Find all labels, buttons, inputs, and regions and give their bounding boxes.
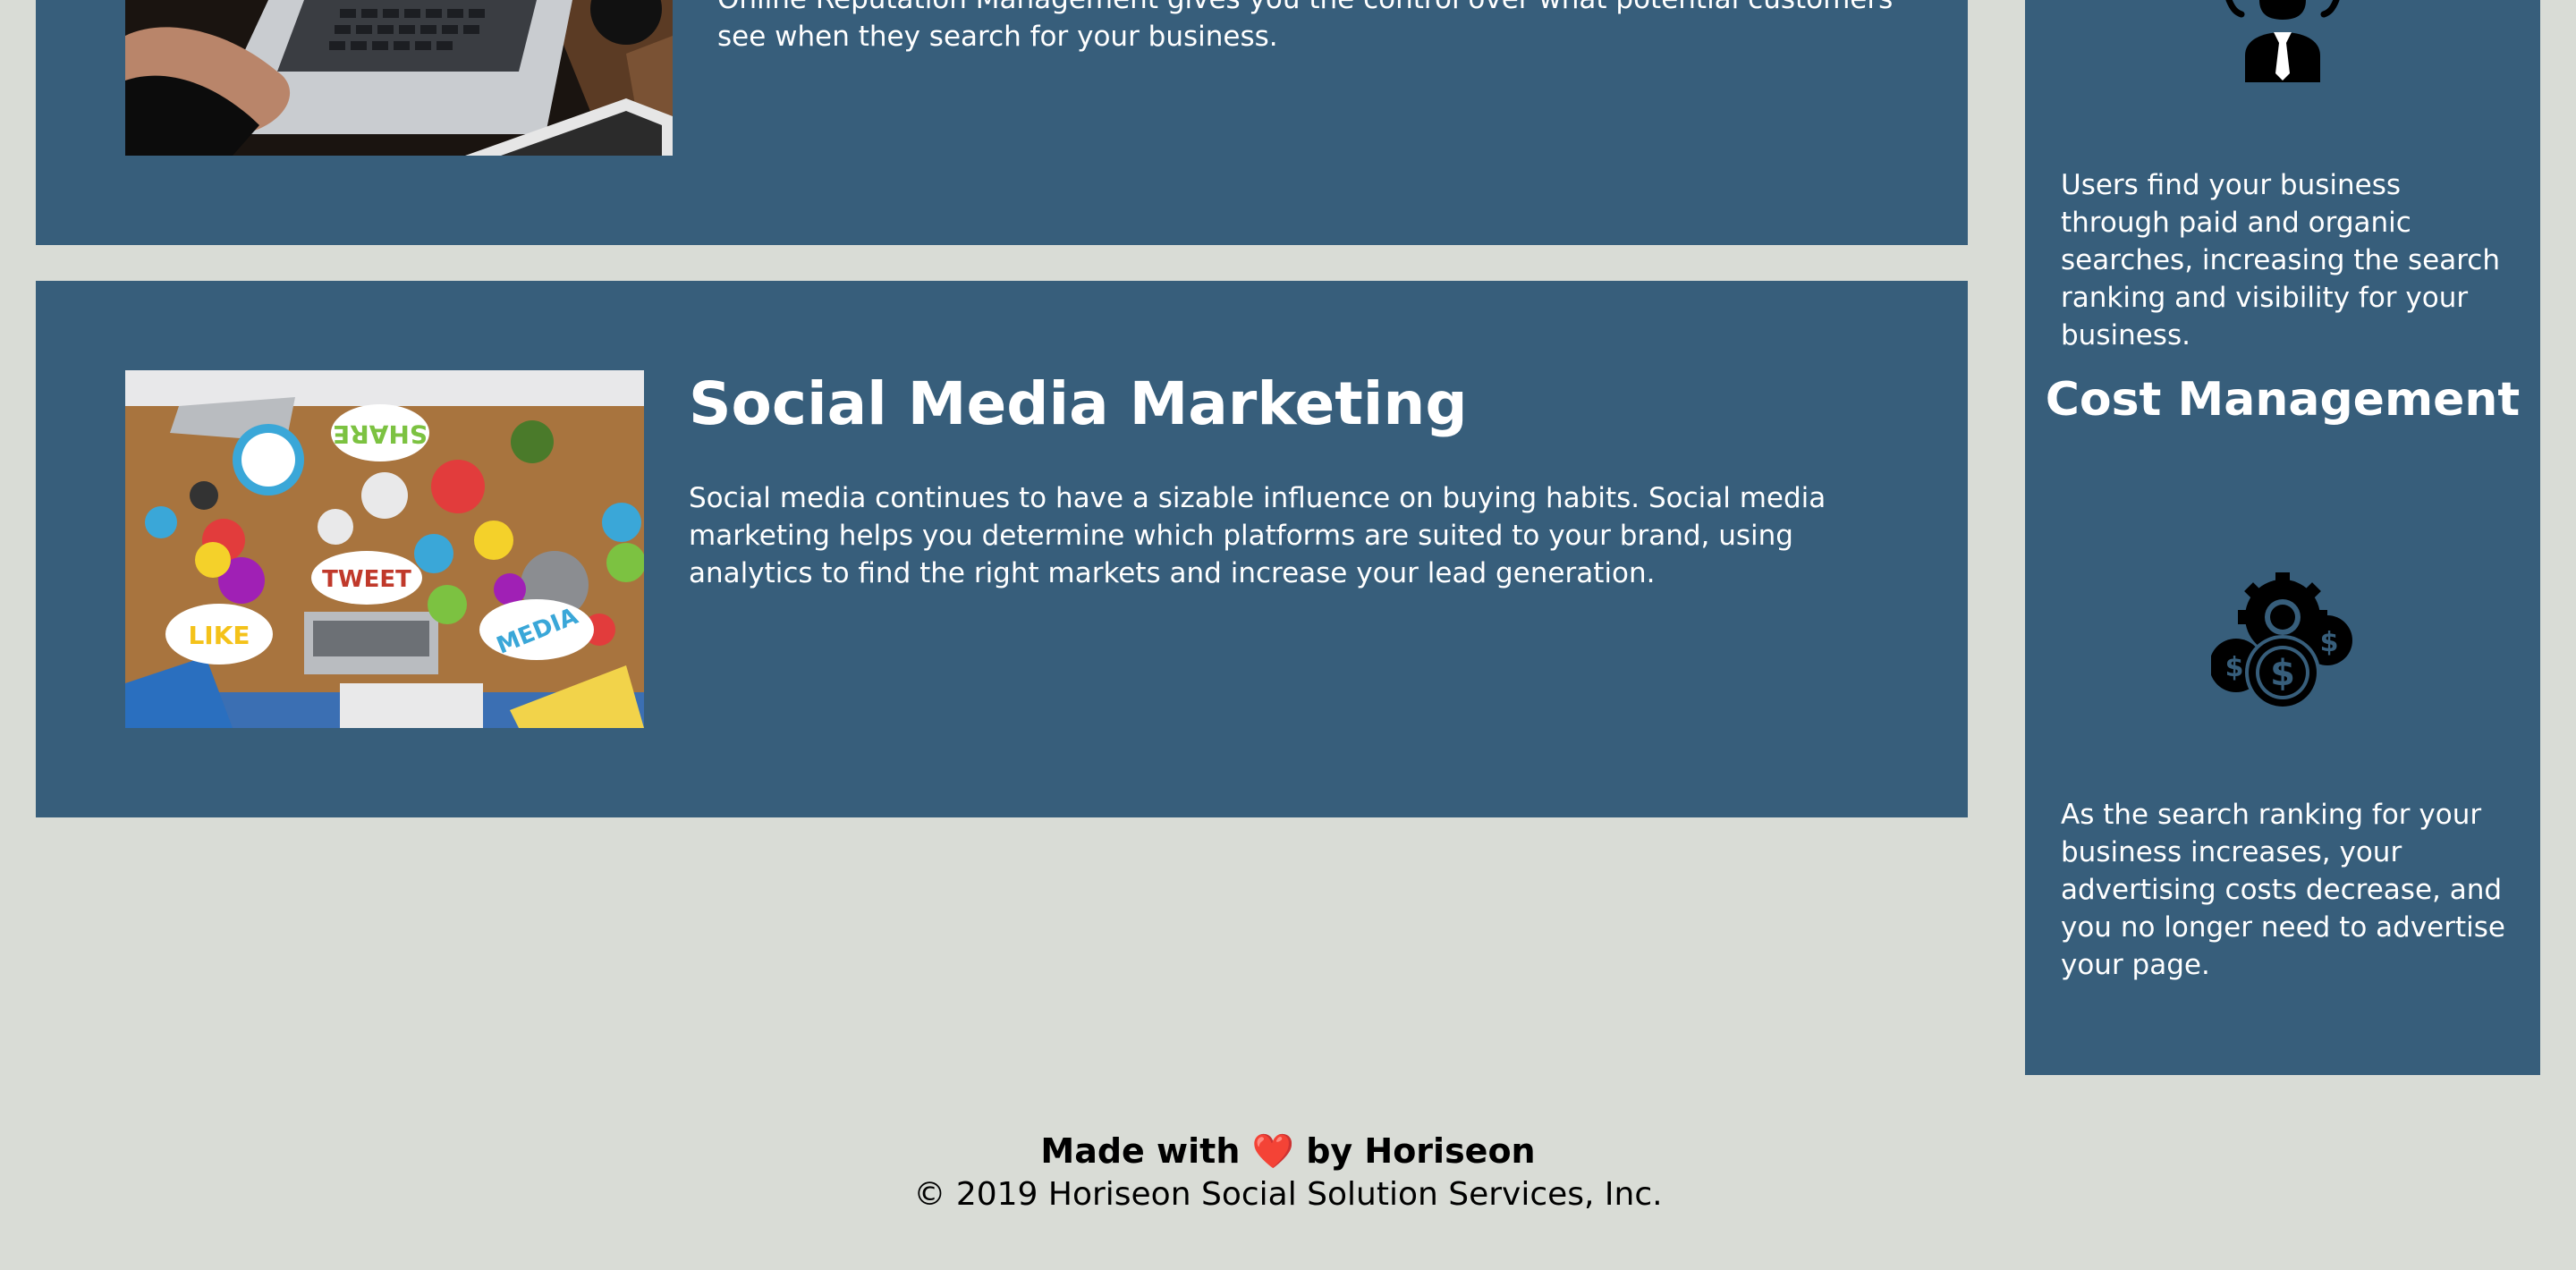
footer-made-prefix: Made with (1040, 1131, 1241, 1171)
cost-management-icon: $ $ $ (2209, 572, 2354, 712)
svg-text:$: $ (2225, 652, 2244, 683)
social-media-marketing-title: Social Media Marketing (689, 369, 1468, 438)
svg-text:TWEET: TWEET (322, 566, 411, 593)
social-media-marketing-image: SHARE TWEET LIKE MEDIA (125, 370, 644, 728)
social-media-marketing-text: Social media continues to have a sizable… (689, 482, 1826, 589)
cost-management-title: Cost Management (2045, 373, 2521, 427)
footer-credit: Made with ❤️ by Horiseon (0, 1129, 2576, 1173)
reputation-management-section: Online Reputation Management gives you t… (36, 0, 1968, 245)
svg-text:$: $ (2320, 627, 2339, 658)
footer-made-suffix: by Horiseon (1306, 1131, 1536, 1171)
cost-management-text: As the search ranking for your business … (2061, 799, 2505, 981)
svg-text:$: $ (2270, 653, 2295, 694)
benefits-sidebar: Users find your business through paid an… (2025, 0, 2540, 1075)
reputation-management-image (125, 0, 673, 156)
footer-copyright: © 2019 Horiseon Social Solution Services… (913, 1176, 1663, 1213)
svg-text:SHARE: SHARE (333, 419, 428, 449)
lead-generation-text: Users find your business through paid an… (2061, 169, 2500, 351)
reputation-management-text: Online Reputation Management gives you t… (717, 0, 1893, 53)
social-media-marketing-section: SHARE TWEET LIKE MEDIA Social Media Mark… (36, 281, 1968, 817)
page-footer: Made with ❤️ by Horiseon © 2019 Horiseon… (0, 1129, 2576, 1216)
lead-generation-icon (2215, 0, 2351, 82)
heart-icon: ❤️ (1251, 1131, 1294, 1171)
svg-text:LIKE: LIKE (188, 621, 250, 650)
